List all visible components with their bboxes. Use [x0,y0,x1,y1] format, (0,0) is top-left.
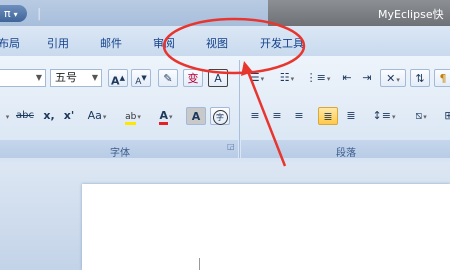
arrow-head-icon [241,61,253,76]
highlight-ellipse [162,17,306,75]
annotation-overlay [162,17,306,167]
annotation-arrow-line [245,68,287,167]
